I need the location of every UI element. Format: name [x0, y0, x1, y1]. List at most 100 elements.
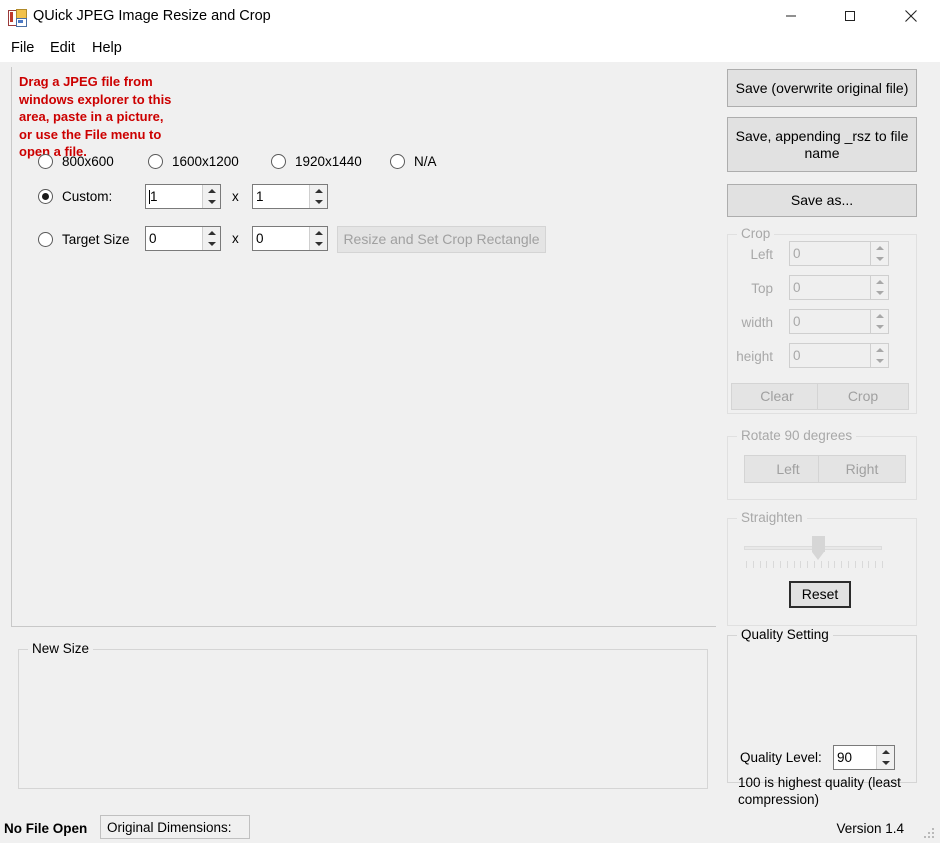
minimize-button[interactable] — [768, 0, 814, 31]
crop-top-value: 0 — [793, 279, 801, 295]
crop-left-value: 0 — [793, 245, 801, 261]
target-width-spin-buttons[interactable] — [202, 227, 220, 250]
radio-label: Target Size — [62, 232, 130, 247]
spin-down-icon[interactable] — [310, 239, 327, 251]
image-drop-area[interactable]: Drag a JPEG file from windows explorer t… — [11, 67, 716, 627]
spin-down-icon[interactable] — [871, 254, 888, 266]
crop-width-value: 0 — [793, 313, 801, 329]
crop-width-spin-buttons[interactable] — [870, 310, 888, 333]
crop-apply-button[interactable]: Crop — [817, 383, 909, 410]
status-file-state: No File Open — [4, 821, 88, 836]
target-height-spin-buttons[interactable] — [309, 227, 327, 250]
custom-width-input[interactable]: 1 — [145, 184, 221, 209]
spin-up-icon[interactable] — [203, 227, 220, 239]
crop-left-spinner[interactable]: 0 — [789, 241, 889, 266]
status-bar: No File Open Original Dimensions: Versio… — [0, 815, 940, 843]
target-width-value: 0 — [149, 230, 157, 246]
radio-target-size[interactable]: Target Size — [38, 232, 130, 247]
crop-clear-button[interactable]: Clear — [731, 383, 823, 410]
radio-dot-icon — [148, 154, 163, 169]
spin-up-icon[interactable] — [871, 344, 888, 356]
rotate-right-button[interactable]: Right — [818, 455, 906, 483]
save-append-rsz-button[interactable]: Save, appending _rsz to file name — [727, 117, 917, 172]
spin-down-icon[interactable] — [871, 288, 888, 300]
custom-width-value: 1 — [149, 188, 158, 204]
window-title: QUick JPEG Image Resize and Crop — [33, 8, 271, 24]
quality-level-value: 90 — [837, 749, 853, 765]
spin-down-icon[interactable] — [310, 197, 327, 209]
spin-up-icon[interactable] — [203, 185, 220, 197]
crop-height-label: height — [736, 349, 773, 364]
menu-item-help[interactable]: Help — [86, 38, 128, 58]
radio-label: 800x600 — [62, 154, 114, 169]
crop-width-spinner[interactable]: 0 — [789, 309, 889, 334]
spin-down-icon[interactable] — [877, 758, 894, 770]
spin-down-icon[interactable] — [203, 197, 220, 209]
crop-top-spinner[interactable]: 0 — [789, 275, 889, 300]
custom-height-value: 1 — [256, 188, 264, 204]
radio-preset-1920x1440[interactable]: 1920x1440 — [271, 154, 362, 169]
spin-up-icon[interactable] — [871, 242, 888, 254]
crop-height-spin-buttons[interactable] — [870, 344, 888, 367]
spin-up-icon[interactable] — [871, 310, 888, 322]
quality-spin-buttons[interactable] — [876, 746, 894, 769]
radio-preset-800x600[interactable]: 800x600 — [38, 154, 114, 169]
radio-dot-icon — [38, 232, 53, 247]
crop-height-value: 0 — [793, 347, 801, 363]
straighten-group: Straighten — [727, 510, 917, 626]
crop-group-title: Crop — [737, 226, 775, 241]
rotate-group-title: Rotate 90 degrees — [737, 428, 857, 443]
straighten-reset-button[interactable]: Reset — [789, 581, 851, 608]
custom-width-spin-buttons[interactable] — [202, 185, 220, 208]
quality-level-label: Quality Level: — [740, 750, 822, 765]
quality-group-title: Quality Setting — [737, 627, 833, 642]
straighten-group-title: Straighten — [737, 510, 807, 525]
spin-up-icon[interactable] — [877, 746, 894, 758]
menu-item-edit[interactable]: Edit — [44, 38, 81, 58]
crop-top-label: Top — [751, 281, 773, 296]
radio-label: Custom: — [62, 189, 113, 204]
crop-height-spinner[interactable]: 0 — [789, 343, 889, 368]
menu-item-file[interactable]: File — [5, 38, 40, 58]
radio-label: N/A — [414, 154, 437, 169]
status-version: Version 1.4 — [836, 821, 904, 836]
resize-grip[interactable] — [923, 827, 936, 840]
new-size-group-title: New Size — [28, 641, 94, 656]
radio-preset-1600x1200[interactable]: 1600x1200 — [148, 154, 239, 169]
radio-label: 1600x1200 — [172, 154, 239, 169]
spin-up-icon[interactable] — [310, 227, 327, 239]
resize-set-crop-rectangle-button[interactable]: Resize and Set Crop Rectangle — [337, 226, 546, 253]
new-size-group: New Size — [18, 641, 708, 789]
quality-note-text: 100 is highest quality (least compressio… — [738, 775, 901, 807]
radio-label: 1920x1440 — [295, 154, 362, 169]
custom-height-input[interactable]: 1 — [252, 184, 328, 209]
target-size-separator: x — [232, 231, 239, 246]
custom-height-spin-buttons[interactable] — [309, 185, 327, 208]
spin-up-icon[interactable] — [310, 185, 327, 197]
close-button[interactable] — [888, 0, 934, 31]
maximize-button[interactable] — [827, 0, 873, 31]
save-as-button[interactable]: Save as... — [727, 184, 917, 217]
crop-top-spin-buttons[interactable] — [870, 276, 888, 299]
crop-left-label: Left — [750, 247, 773, 262]
client-area: Drag a JPEG file from windows explorer t… — [0, 62, 940, 843]
custom-size-separator: x — [232, 189, 239, 204]
radio-dot-icon — [38, 189, 53, 204]
radio-preset-na[interactable]: N/A — [390, 154, 437, 169]
straighten-slider-ticks — [746, 561, 883, 568]
target-height-input[interactable]: 0 — [252, 226, 328, 251]
spin-up-icon[interactable] — [871, 276, 888, 288]
crop-left-spin-buttons[interactable] — [870, 242, 888, 265]
app-icon — [8, 9, 27, 27]
target-width-input[interactable]: 0 — [145, 226, 221, 251]
drop-hint-text: Drag a JPEG file from windows explorer t… — [19, 74, 172, 159]
quality-level-input[interactable]: 90 — [833, 745, 895, 770]
save-overwrite-button[interactable]: Save (overwrite original file) — [727, 69, 917, 107]
spin-down-icon[interactable] — [871, 322, 888, 334]
spin-down-icon[interactable] — [871, 356, 888, 368]
menu-bar: File Edit Help — [0, 33, 940, 63]
status-original-dimensions: Original Dimensions: — [100, 815, 250, 839]
straighten-slider-thumb[interactable] — [812, 536, 825, 560]
radio-custom-size[interactable]: Custom: — [38, 189, 112, 204]
spin-down-icon[interactable] — [203, 239, 220, 251]
